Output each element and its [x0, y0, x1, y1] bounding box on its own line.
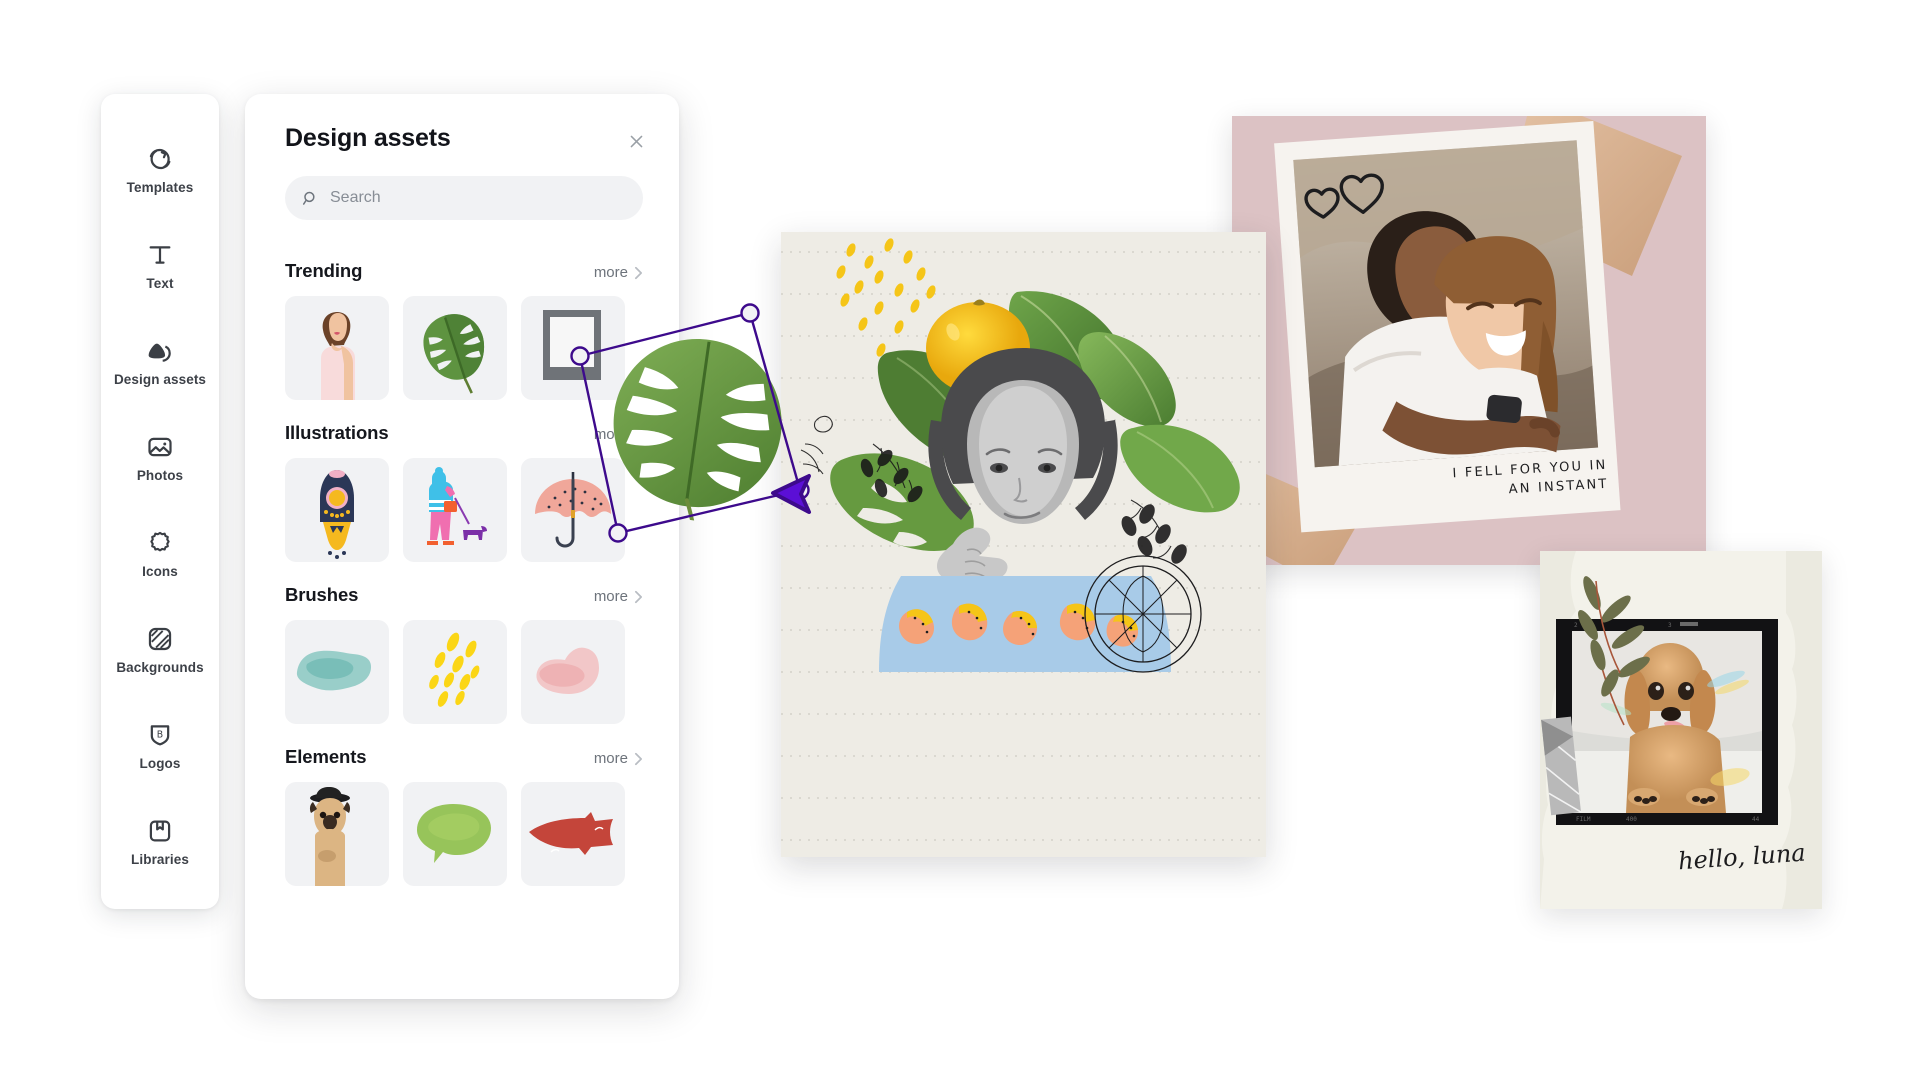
- section-title: Illustrations: [285, 422, 389, 443]
- asset-tile-green-watercolor-blob[interactable]: [403, 782, 507, 886]
- tile-row: [285, 782, 643, 886]
- sidebar-item-label: Photos: [136, 468, 184, 483]
- backgrounds-icon: [146, 625, 174, 653]
- more-link-brushes[interactable]: more: [594, 588, 643, 605]
- asset-tile-monstera-leaf-photo[interactable]: [403, 296, 507, 400]
- sidebar-item-logos[interactable]: B Logos: [105, 698, 215, 794]
- svg-text:400: 400: [1626, 816, 1637, 823]
- sidebar-item-libraries[interactable]: Libraries: [105, 794, 215, 890]
- sidebar-item-label: Text: [146, 276, 174, 291]
- sidebar-item-label: Design assets: [113, 372, 207, 387]
- svg-text:B: B: [157, 730, 163, 741]
- more-label: more: [593, 750, 628, 767]
- app-root: Templates Text Design assets Photos Icon…: [0, 0, 1920, 1080]
- tile-row: [285, 458, 643, 562]
- asset-sections: Trending more Illustrations more Brushes…: [245, 242, 679, 886]
- close-button[interactable]: [621, 126, 651, 156]
- section-illustrations: Illustrations more: [285, 404, 643, 562]
- section-elements: Elements more: [285, 728, 643, 886]
- section-title: Elements: [285, 746, 367, 767]
- canvas-poster[interactable]: 24th-30th May The Barn Gallery BLOOM Fin…: [781, 232, 1266, 857]
- asset-tile-woman-illustration[interactable]: [285, 296, 389, 400]
- panel-header: Design assets: [245, 94, 679, 156]
- left-tool-rail: Templates Text Design assets Photos Icon…: [101, 94, 219, 909]
- selection-handle-top-right: [740, 303, 760, 323]
- text-icon: [146, 241, 174, 269]
- more-label: more: [593, 588, 628, 605]
- chevron-right-icon: [634, 590, 643, 604]
- sidebar-item-photos[interactable]: Photos: [105, 410, 215, 506]
- sidebar-item-text[interactable]: Text: [105, 218, 215, 314]
- logos-icon: B: [146, 721, 174, 749]
- section-header: Brushes more: [285, 566, 643, 620]
- more-link-elements[interactable]: more: [594, 750, 643, 767]
- more-label: more: [593, 264, 628, 281]
- search-box[interactable]: [285, 176, 643, 220]
- asset-tile-picture-frame-photo[interactable]: [521, 296, 625, 400]
- sidebar-item-label: Logos: [139, 756, 181, 771]
- libraries-icon: [146, 817, 174, 845]
- asset-tile-yellow-dots-brush[interactable]: [403, 620, 507, 724]
- search-input[interactable]: [330, 189, 627, 207]
- sidebar-item-label: Backgrounds: [116, 660, 204, 675]
- asset-tile-pug-with-hat-photo[interactable]: [285, 782, 389, 886]
- section-title: Brushes: [285, 584, 359, 605]
- sidebar-item-templates[interactable]: Templates: [105, 122, 215, 218]
- chevron-right-icon: [634, 266, 643, 280]
- tile-row: [285, 620, 643, 724]
- templates-icon: [146, 145, 174, 173]
- svg-text:3: 3: [1668, 622, 1672, 629]
- more-link-trending[interactable]: more: [594, 264, 643, 281]
- page-title: Design assets: [285, 124, 451, 152]
- sidebar-item-icons[interactable]: Icons: [105, 506, 215, 602]
- search-area: [245, 156, 679, 220]
- section-header: Illustrations more: [285, 404, 643, 458]
- sidebar-item-label: Templates: [126, 180, 194, 195]
- chevron-right-icon: [634, 752, 643, 766]
- poster-artwork: [781, 232, 1266, 857]
- svg-text:44: 44: [1752, 816, 1760, 823]
- sidebar-item-label: Libraries: [131, 852, 189, 867]
- section-brushes: Brushes more: [285, 566, 643, 724]
- design-assets-panel: Design assets Search Trending more Illus…: [245, 94, 679, 999]
- puppy-film-card[interactable]: 23 FILM 400 44 hello, luna: [1540, 551, 1822, 909]
- couple-polaroid-card[interactable]: I FELL FOR YOU IN AN INSTANT: [1232, 116, 1706, 565]
- tile-row: [285, 296, 643, 400]
- photos-icon: [146, 433, 174, 461]
- section-header: Elements more: [285, 728, 643, 782]
- icons-icon: [146, 529, 174, 557]
- asset-tile-red-banner-element[interactable]: [521, 782, 625, 886]
- sidebar-item-label: Icons: [142, 564, 178, 579]
- search-icon: [301, 189, 320, 208]
- close-icon: [627, 132, 646, 151]
- section-header: Trending more: [285, 242, 643, 296]
- svg-text:FILM: FILM: [1576, 816, 1591, 823]
- move-cursor-arrow-icon: [767, 470, 813, 516]
- section-trending: Trending more: [285, 242, 643, 400]
- sidebar-item-design-assets[interactable]: Design assets: [105, 314, 215, 410]
- sidebar-item-backgrounds[interactable]: Backgrounds: [105, 602, 215, 698]
- asset-tile-rocket-illustration[interactable]: [285, 458, 389, 562]
- asset-tile-dog-walker-illustration[interactable]: [403, 458, 507, 562]
- design-assets-icon: [146, 337, 174, 365]
- svg-text:2: 2: [1574, 622, 1578, 629]
- asset-tile-pink-watercolor-brush[interactable]: [521, 620, 625, 724]
- section-title: Trending: [285, 260, 363, 281]
- asset-tile-teal-watercolor-brush[interactable]: [285, 620, 389, 724]
